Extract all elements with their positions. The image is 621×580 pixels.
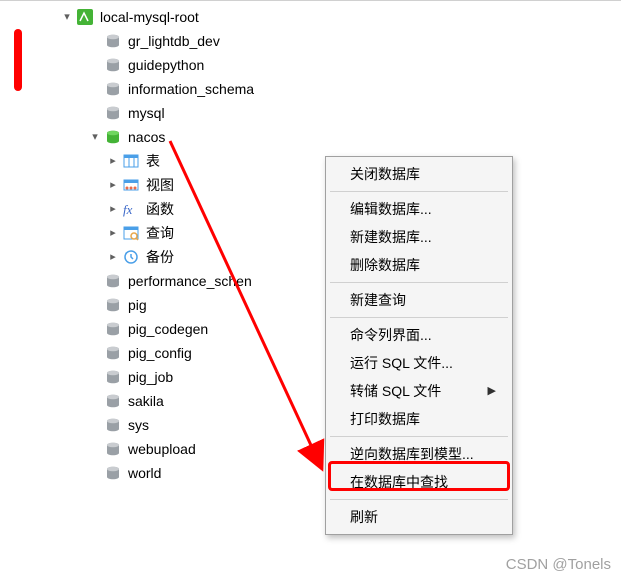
menu-label: 新建数据库... xyxy=(350,227,432,247)
db-label: gr_lightdb_dev xyxy=(128,29,220,53)
menu-label: 删除数据库 xyxy=(350,255,420,275)
database-icon xyxy=(104,392,122,410)
chevron-right-icon[interactable]: ▸ xyxy=(106,221,120,245)
database-icon xyxy=(104,464,122,482)
db-label: guidepython xyxy=(128,53,204,77)
table-icon xyxy=(122,152,140,170)
database-icon xyxy=(104,440,122,458)
db-label: information_schema xyxy=(128,77,254,101)
menu-new-db[interactable]: 新建数据库... xyxy=(328,223,510,251)
db-label: sys xyxy=(128,413,149,437)
db-label: pig_job xyxy=(128,365,173,389)
watermark: CSDN @Tonels xyxy=(506,556,611,573)
menu-edit-db[interactable]: 编辑数据库... xyxy=(328,195,510,223)
menu-reverse-to-model[interactable]: 逆向数据库到模型... xyxy=(328,440,510,468)
menu-label: 打印数据库 xyxy=(350,409,420,429)
menu-cmd-line[interactable]: 命令列界面... xyxy=(328,321,510,349)
backup-icon xyxy=(122,248,140,266)
menu-label: 在数据库中查找 xyxy=(350,472,448,492)
function-icon: fx xyxy=(122,200,140,218)
chevron-right-icon[interactable]: ▸ xyxy=(106,149,120,173)
queries-label: 查询 xyxy=(146,221,174,245)
object-tree: ▾ local-mysql-root gr_lightdb_dev guidep… xyxy=(0,1,621,485)
menu-label: 运行 SQL 文件... xyxy=(350,353,453,373)
database-active-icon xyxy=(104,128,122,146)
menu-separator xyxy=(330,282,508,283)
context-menu: 关闭数据库 编辑数据库... 新建数据库... 删除数据库 新建查询 命令列界面… xyxy=(325,156,513,535)
chevron-down-icon[interactable]: ▾ xyxy=(60,5,74,29)
menu-close-db[interactable]: 关闭数据库 xyxy=(328,160,510,188)
database-icon xyxy=(104,56,122,74)
menu-find-in-db[interactable]: 在数据库中查找 xyxy=(328,468,510,496)
database-icon xyxy=(104,32,122,50)
db-node[interactable]: information_schema xyxy=(60,77,621,101)
db-node[interactable]: guidepython xyxy=(60,53,621,77)
database-icon xyxy=(104,320,122,338)
query-icon xyxy=(122,224,140,242)
submenu-arrow-icon: ▶ xyxy=(488,381,496,401)
svg-text:fx: fx xyxy=(123,202,133,217)
menu-separator xyxy=(330,499,508,500)
menu-separator xyxy=(330,191,508,192)
menu-print-db[interactable]: 打印数据库 xyxy=(328,405,510,433)
database-icon xyxy=(104,80,122,98)
db-label: nacos xyxy=(128,125,165,149)
database-icon xyxy=(104,344,122,362)
menu-label: 新建查询 xyxy=(350,290,406,310)
db-node[interactable]: mysql xyxy=(60,101,621,125)
chevron-right-icon[interactable]: ▸ xyxy=(106,245,120,269)
menu-label: 编辑数据库... xyxy=(350,199,432,219)
menu-label: 转储 SQL 文件 xyxy=(350,381,441,401)
database-icon xyxy=(104,272,122,290)
menu-run-sql[interactable]: 运行 SQL 文件... xyxy=(328,349,510,377)
chevron-down-icon[interactable]: ▾ xyxy=(88,125,102,149)
backups-label: 备份 xyxy=(146,245,174,269)
views-label: 视图 xyxy=(146,173,174,197)
db-label: pig xyxy=(128,293,147,317)
menu-label: 命令列界面... xyxy=(350,325,432,345)
database-icon xyxy=(104,104,122,122)
connection-node[interactable]: ▾ local-mysql-root xyxy=(60,5,621,29)
db-label: pig_codegen xyxy=(128,317,208,341)
menu-separator xyxy=(330,317,508,318)
db-label: webupload xyxy=(128,437,196,461)
tables-label: 表 xyxy=(146,149,160,173)
db-label: pig_config xyxy=(128,341,192,365)
db-label: mysql xyxy=(128,101,165,125)
menu-dump-sql[interactable]: 转储 SQL 文件 ▶ xyxy=(328,377,510,405)
database-icon xyxy=(104,416,122,434)
menu-separator xyxy=(330,436,508,437)
chevron-right-icon[interactable]: ▸ xyxy=(106,197,120,221)
menu-label: 刷新 xyxy=(350,507,378,527)
functions-label: 函数 xyxy=(146,197,174,221)
menu-new-query[interactable]: 新建查询 xyxy=(328,286,510,314)
chevron-right-icon[interactable]: ▸ xyxy=(106,173,120,197)
menu-label: 关闭数据库 xyxy=(350,164,420,184)
menu-refresh[interactable]: 刷新 xyxy=(328,503,510,531)
connection-label: local-mysql-root xyxy=(100,5,199,29)
db-label: sakila xyxy=(128,389,164,413)
annotation-red-bar xyxy=(14,29,22,91)
view-icon xyxy=(122,176,140,194)
db-node-nacos[interactable]: ▾ nacos xyxy=(60,125,621,149)
database-icon xyxy=(104,296,122,314)
menu-label: 逆向数据库到模型... xyxy=(350,444,474,464)
db-node[interactable]: gr_lightdb_dev xyxy=(60,29,621,53)
menu-delete-db[interactable]: 删除数据库 xyxy=(328,251,510,279)
db-label: world xyxy=(128,461,161,485)
database-icon xyxy=(104,368,122,386)
connection-icon xyxy=(76,8,94,26)
db-label: performance_schen xyxy=(128,269,252,293)
